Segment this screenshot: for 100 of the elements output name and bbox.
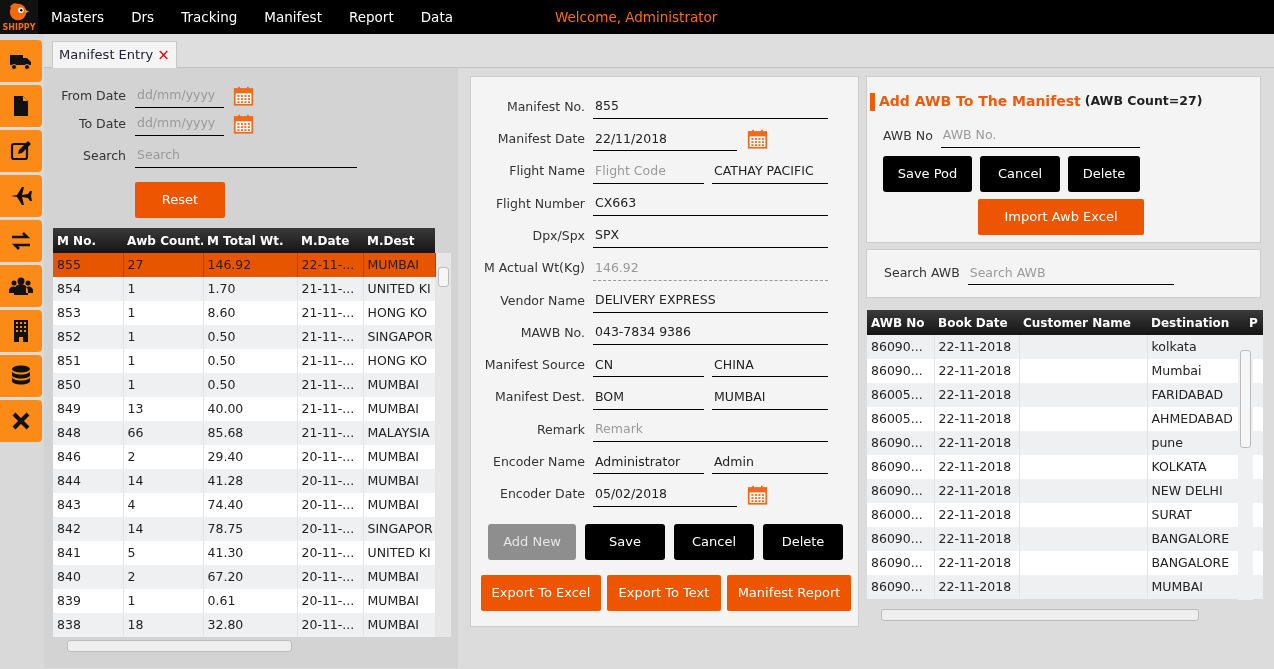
table-cell: 86090... <box>867 431 934 455</box>
menu-item[interactable]: Manifest <box>264 6 322 28</box>
field-label: Vendor Name <box>499 291 586 310</box>
scrollbar-thumb[interactable] <box>437 267 449 287</box>
truck-button[interactable] <box>0 40 42 82</box>
scrollbar-thumb[interactable] <box>881 609 1199 621</box>
tab[interactable]: Manifest Entry × <box>52 41 177 68</box>
table-row[interactable]: 849 13 40.00 21-11-... MUMBAI <box>53 397 435 421</box>
action-button[interactable]: Delete <box>1068 155 1140 192</box>
table-cell: 0.50 <box>203 373 297 397</box>
column-header[interactable]: M.Date <box>297 228 363 253</box>
calendar-icon[interactable] <box>747 483 768 506</box>
table-cell: 0.61 <box>203 589 297 613</box>
menu-item[interactable]: Tracking <box>181 6 238 28</box>
table-row[interactable]: 848 66 85.68 21-11-... MALAYSIA <box>53 421 435 445</box>
menu-item[interactable]: Data <box>420 6 453 28</box>
input-field[interactable]: CHINA <box>712 353 828 378</box>
action-button[interactable]: Cancel <box>980 155 1060 192</box>
input-field[interactable]: 22/11/2018 <box>593 127 737 152</box>
table-row[interactable]: 854 1 1.70 21-11-... UNITED KI <box>53 277 435 301</box>
calendar-icon[interactable] <box>233 85 254 107</box>
input-field[interactable]: Admin <box>712 450 828 475</box>
input-field[interactable]: 855 <box>593 95 828 119</box>
close-icon[interactable]: × <box>157 43 170 67</box>
table-cell: 66 <box>123 421 203 445</box>
column-header[interactable]: M Total Wt. <box>203 228 297 253</box>
document-button[interactable] <box>0 85 42 127</box>
table-row[interactable]: 851 1 0.50 21-11-... HONG KO <box>53 349 435 373</box>
close-button[interactable] <box>0 400 42 442</box>
action-button[interactable]: Cancel <box>674 523 754 560</box>
database-button[interactable] <box>0 355 42 397</box>
column-header[interactable]: M No. <box>53 228 123 253</box>
edit-button[interactable] <box>0 130 42 172</box>
input-field[interactable]: Flight Code <box>593 159 704 184</box>
export-button[interactable]: Export To Excel <box>481 574 601 611</box>
scrollbar-thumb[interactable] <box>67 640 292 652</box>
table-row[interactable]: 841 5 41.30 20-11-... UNITED KI <box>53 541 435 565</box>
table-cell: 86090... <box>867 575 934 599</box>
table-cell: 854 <box>53 277 123 301</box>
table-cell: 849 <box>53 397 123 421</box>
table-cell: 20-11-... <box>297 517 363 541</box>
column-header[interactable]: M.Dest <box>363 228 435 253</box>
table-cell: 2 <box>123 565 203 589</box>
input-field[interactable]: CN <box>593 353 704 378</box>
table-cell: 78.75 <box>203 517 297 541</box>
menu-item[interactable]: Drs <box>131 6 155 28</box>
input-field[interactable]: 05/02/2018 <box>593 482 737 507</box>
input-field[interactable]: dd/mm/yyyy <box>135 84 224 108</box>
table-row[interactable]: 850 1 0.50 21-11-... MUMBAI <box>53 373 435 397</box>
column-header[interactable]: Destination <box>1147 310 1245 335</box>
column-header[interactable]: Awb Count. <box>123 228 203 253</box>
table-cell: HONG KO <box>363 301 435 325</box>
table-row[interactable]: 843 4 74.40 20-11-... MUMBAI <box>53 493 435 517</box>
input-field[interactable]: dd/mm/yyyy <box>135 112 224 136</box>
table-row[interactable]: 842 14 78.75 20-11-... SINGAPOR <box>53 517 435 541</box>
action-button[interactable]: Save Pod <box>883 155 972 192</box>
input-field[interactable]: BOM <box>593 385 704 410</box>
table-row[interactable]: 838 18 32.80 20-11-... MUMBAI <box>53 613 435 637</box>
table-cell: 74.40 <box>203 493 297 517</box>
calendar-icon[interactable] <box>747 128 768 151</box>
column-header[interactable]: Book Date <box>934 310 1019 335</box>
field-label: From Date <box>60 86 126 105</box>
table-row[interactable]: 839 1 0.61 20-11-... MUMBAI <box>53 589 435 613</box>
table-row[interactable]: 855 27 146.92 22-11-... MUMBAI <box>53 253 435 277</box>
swap-arrows-button[interactable] <box>0 220 42 262</box>
table-cell: 20-11-... <box>297 493 363 517</box>
building-button[interactable] <box>0 310 42 352</box>
action-button[interactable]: Delete <box>763 523 843 560</box>
scrollbar-thumb[interactable] <box>1240 350 1251 448</box>
input-field[interactable]: 043-7834 9386 <box>593 321 828 346</box>
column-header[interactable]: AWB No <box>867 310 934 335</box>
table-row[interactable]: 844 14 41.28 20-11-... MUMBAI <box>53 469 435 493</box>
table-row[interactable]: 852 1 0.50 21-11-... SINGAPOR <box>53 325 435 349</box>
input-field[interactable]: AWB No. <box>940 124 1140 148</box>
table-row[interactable]: 846 2 29.40 20-11-... MUMBAI <box>53 445 435 469</box>
menu-item[interactable]: Report <box>348 6 394 28</box>
welcome-text: Welcome, Administrator <box>554 7 718 27</box>
menu-item[interactable]: Masters <box>51 6 105 28</box>
column-header[interactable]: Customer Name <box>1019 310 1147 335</box>
input-field[interactable]: DELIVERY EXPRESS <box>593 289 828 313</box>
calendar-icon[interactable] <box>233 113 254 135</box>
input-field[interactable]: Remark <box>593 418 828 442</box>
airplane-button[interactable] <box>0 175 42 217</box>
reset-button[interactable]: Reset <box>135 182 225 218</box>
column-header[interactable]: P <box>1245 310 1263 335</box>
table-row[interactable]: 853 1 8.60 21-11-... HONG KO <box>53 301 435 325</box>
export-button[interactable]: Export To Text <box>607 574 721 611</box>
table-row[interactable]: 840 2 67.20 20-11-... MUMBAI <box>53 565 435 589</box>
input-field[interactable]: Search <box>135 144 357 168</box>
action-button[interactable]: Save <box>585 523 665 560</box>
input-field[interactable]: SPX <box>593 224 828 249</box>
input-field[interactable]: CX663 <box>593 192 828 216</box>
import-button[interactable]: Import Awb Excel <box>978 198 1144 235</box>
input-field[interactable]: Administrator <box>593 450 704 475</box>
input-field[interactable]: MUMBAI <box>712 385 828 410</box>
export-button[interactable]: Manifest Report <box>727 574 851 611</box>
table-cell: 838 <box>53 613 123 637</box>
users-button[interactable] <box>0 265 42 307</box>
input-field[interactable]: CATHAY PACIFIC <box>712 159 828 184</box>
input-field[interactable]: Search AWB <box>967 261 1174 286</box>
